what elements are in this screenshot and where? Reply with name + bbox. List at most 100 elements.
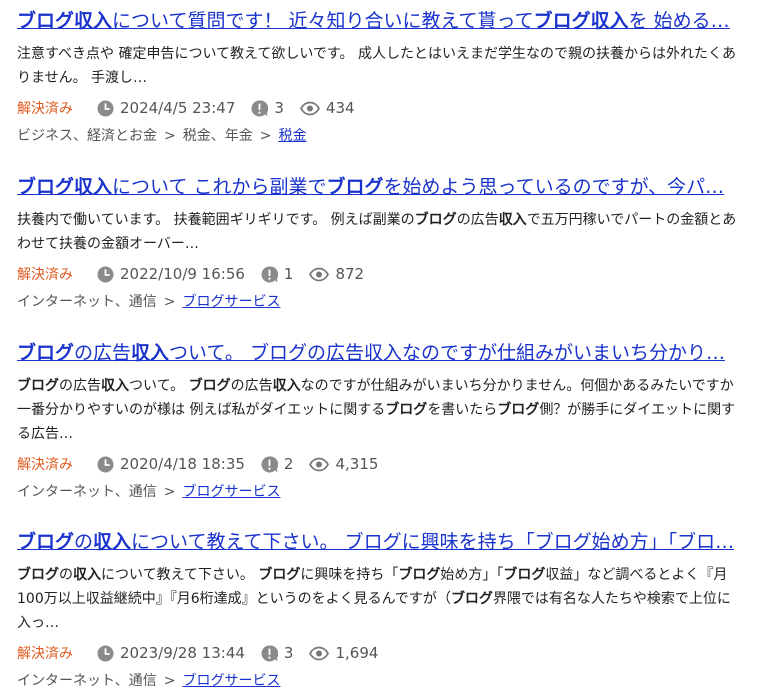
text-segment: の xyxy=(59,567,73,583)
answer-bubble-icon xyxy=(261,455,278,472)
text-segment: の広告 xyxy=(59,378,101,394)
text-segment: を 始める… xyxy=(628,10,730,32)
highlight-keyword: 収入 xyxy=(131,342,170,364)
answer-count-group: 3 xyxy=(261,644,294,662)
highlight-keyword: 収入 xyxy=(93,531,132,553)
highlight-keyword: ブログ xyxy=(17,531,75,553)
highlight-keyword: 収入 xyxy=(272,378,301,394)
answer-count: 1 xyxy=(283,265,294,283)
category-label: 税金、年金 xyxy=(182,128,253,144)
status-badge: 解決済み xyxy=(17,101,73,117)
highlight-keyword: ブログ xyxy=(326,176,384,198)
highlight-keyword: 収入 xyxy=(73,567,101,583)
highlight-keyword: ブログ xyxy=(17,378,59,394)
view-count-group: 434 xyxy=(299,99,355,117)
answer-bubble-icon xyxy=(251,99,269,116)
text-segment: の xyxy=(74,531,94,553)
posted-date: 2022/10/9 16:56 xyxy=(120,265,245,283)
text-segment: ついて。 ブログの広告収入なのですが仕組みがいまいち分かり… xyxy=(169,342,725,364)
text-segment: 扶養内で働いています。 扶養範囲ギリギリです。 例えば副業の xyxy=(17,212,415,228)
text-segment: ついて。 xyxy=(129,378,189,394)
answer-count: 3 xyxy=(274,99,284,117)
view-count-group: 872 xyxy=(309,265,364,283)
category-link[interactable]: 税金 xyxy=(278,128,306,144)
clock-icon xyxy=(97,266,114,282)
answer-count: 3 xyxy=(283,644,294,662)
category-label: インターネット、通信 xyxy=(17,673,157,689)
text-segment: の広告 xyxy=(74,342,132,364)
breadcrumb-separator-icon: > xyxy=(163,673,176,689)
question-title-link[interactable]: ブログ収入について質問です！ 近々知り合いに教えて貰ってブログ収入を 始める… xyxy=(17,8,737,34)
category-breadcrumb: ビジネス、経済とお金 > 税金、年金 > 税金 xyxy=(17,124,747,148)
question-meta: 解決済み 2023/9/28 13:44 3 1,694 xyxy=(17,641,747,665)
question-title-link[interactable]: ブログ収入について これから副業でブログを始めよう思っているのですが、今パ… xyxy=(17,174,737,200)
highlight-keyword: ブログ xyxy=(17,567,59,583)
text-segment: について教えて下さい。 xyxy=(101,567,259,583)
highlight-keyword: 収入 xyxy=(498,212,527,228)
category-link[interactable]: ブログサービス xyxy=(182,673,280,689)
category-breadcrumb: インターネット、通信 > ブログサービス xyxy=(17,669,747,693)
status-badge: 解決済み xyxy=(17,646,73,662)
question-title-link[interactable]: ブログの広告収入ついて。 ブログの広告収入なのですが仕組みがいまいち分かり… xyxy=(17,340,737,366)
text-segment: について質問です！ 近々知り合いに教えて貰って xyxy=(112,10,534,32)
highlight-keyword: 収入 xyxy=(101,378,129,394)
answer-count: 2 xyxy=(283,455,294,473)
highlight-keyword: ブログ xyxy=(398,567,441,583)
breadcrumb-separator-icon: > xyxy=(163,484,176,500)
text-segment: の広告 xyxy=(456,212,499,228)
view-count-group: 1,694 xyxy=(309,644,378,662)
highlight-keyword: ブログ xyxy=(450,591,493,607)
category-label: インターネット、通信 xyxy=(17,294,157,310)
eye-icon xyxy=(299,101,320,115)
answer-count-group: 1 xyxy=(261,265,294,283)
category-breadcrumb: インターネット、通信 > ブログサービス xyxy=(17,480,747,504)
text-segment: に興味を持ち「 xyxy=(300,567,399,583)
question-meta: 解決済み 2020/4/18 18:35 2 4,315 xyxy=(17,452,747,476)
question-meta: 解決済み 2022/10/9 16:56 1 872 xyxy=(17,262,747,286)
category-label: インターネット、通信 xyxy=(17,484,157,500)
text-segment: を書いたら xyxy=(427,402,498,418)
answer-bubble-icon xyxy=(261,644,278,661)
eye-icon xyxy=(309,646,330,660)
highlight-keyword: ブログ xyxy=(258,567,301,583)
question-result-item: ブログ収入について これから副業でブログを始めよう思っているのですが、今パ… 扶養… xyxy=(17,174,747,314)
highlight-keyword: ブログ収入 xyxy=(17,176,113,198)
posted-date: 2024/4/5 23:47 xyxy=(120,99,236,117)
highlight-keyword: ブログ xyxy=(188,378,231,394)
status-badge: 解決済み xyxy=(17,457,73,473)
posted-date-group: 2023/9/28 13:44 xyxy=(97,644,245,662)
breadcrumb-separator-icon: > xyxy=(163,294,176,310)
status-badge: 解決済み xyxy=(17,267,73,283)
posted-date: 2023/9/28 13:44 xyxy=(120,644,245,662)
question-result-item: ブログ収入について質問です！ 近々知り合いに教えて貰ってブログ収入を 始める… 注… xyxy=(17,8,747,148)
answer-count-group: 3 xyxy=(251,99,284,117)
view-count: 4,315 xyxy=(335,455,379,473)
posted-date-group: 2020/4/18 18:35 xyxy=(97,455,245,473)
clock-icon xyxy=(97,645,114,661)
text-segment: の広告 xyxy=(230,378,273,394)
view-count: 434 xyxy=(325,99,355,117)
breadcrumb-separator-icon: > xyxy=(164,128,176,144)
posted-date: 2020/4/18 18:35 xyxy=(120,455,245,473)
question-snippet: ブログの収入について教えて下さい。 ブログに興味を持ち「ブログ始め方」「ブログ収… xyxy=(17,563,741,635)
highlight-keyword: ブログ xyxy=(414,212,457,228)
text-segment: 始め方」「 xyxy=(440,567,504,583)
highlight-keyword: ブログ xyxy=(497,402,540,418)
question-snippet: ブログの広告収入ついて。 ブログの広告収入なのですが仕組みがいまいち分かりません… xyxy=(17,374,741,446)
question-result-item: ブログの広告収入ついて。 ブログの広告収入なのですが仕組みがいまいち分かり… ブロ… xyxy=(17,340,747,504)
question-meta: 解決済み 2024/4/5 23:47 3 434 xyxy=(17,96,747,120)
text-segment: を始めよう思っているのですが、今パ… xyxy=(383,176,725,198)
clock-icon xyxy=(97,456,114,472)
eye-icon xyxy=(309,267,330,281)
highlight-keyword: ブログ収入 xyxy=(17,10,113,32)
question-title-link[interactable]: ブログの収入について教えて下さい。 ブログに興味を持ち「ブログ始め方」「ブロ… xyxy=(17,529,737,555)
highlight-keyword: ブログ収入 xyxy=(533,10,629,32)
eye-icon xyxy=(309,457,330,471)
view-count: 872 xyxy=(335,265,365,283)
category-label: ビジネス、経済とお金 xyxy=(17,128,157,144)
category-link[interactable]: ブログサービス xyxy=(182,484,280,500)
view-count-group: 4,315 xyxy=(309,455,378,473)
category-link[interactable]: ブログサービス xyxy=(182,294,280,310)
text-segment: について これから副業で xyxy=(112,176,327,198)
question-result-item: ブログの収入について教えて下さい。 ブログに興味を持ち「ブログ始め方」「ブロ… ブ… xyxy=(17,529,747,693)
